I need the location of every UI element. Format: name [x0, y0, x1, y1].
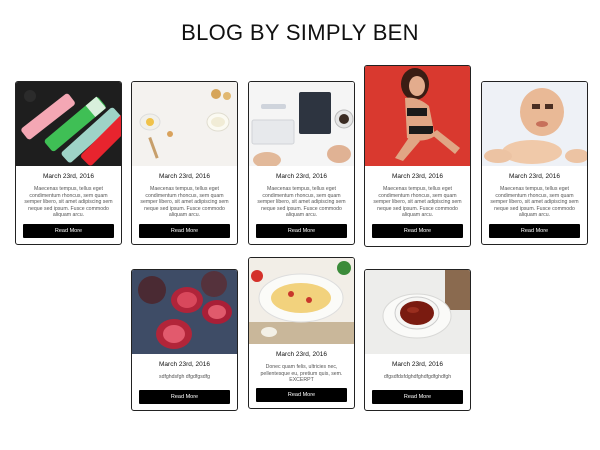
post-card: March 23rd, 2016 Maecenas tempus, tellus… — [131, 81, 238, 245]
post-image-figs[interactable] — [132, 270, 237, 354]
post-image-desk[interactable] — [249, 82, 354, 166]
post-excerpt: Maecenas tempus, tellus eget condimentum… — [373, 186, 462, 219]
post-date: March 23rd, 2016 — [392, 361, 443, 368]
read-more-button[interactable]: Read More — [139, 224, 230, 238]
post-card: March 23rd, 2016 sdfghdsfgh dfgdfgsdfg R… — [131, 269, 238, 411]
read-more-button[interactable]: Read More — [256, 388, 347, 402]
post-image-tea[interactable] — [365, 270, 470, 354]
post-image-model[interactable] — [365, 66, 470, 166]
post-excerpt: Donec quam felis, ultricies nec, pellent… — [260, 364, 343, 384]
post-excerpt: Maecenas tempus, tellus eget condimentum… — [24, 186, 113, 219]
post-card: March 23rd, 2016 Donec quam felis, ultri… — [248, 257, 355, 409]
read-more-button[interactable]: Read More — [256, 224, 347, 238]
post-image-markers[interactable] — [16, 82, 121, 166]
read-more-button[interactable]: Read More — [372, 224, 463, 238]
post-date: March 23rd, 2016 — [159, 361, 210, 368]
post-card: March 23rd, 2016 dfgsdfdsfdghdfghdfgdfgh… — [364, 269, 471, 411]
post-date: March 23rd, 2016 — [392, 173, 443, 180]
post-date: March 23rd, 2016 — [159, 173, 210, 180]
post-date: March 23rd, 2016 — [509, 173, 560, 180]
post-date: March 23rd, 2016 — [276, 351, 327, 358]
post-card: March 23rd, 2016 Maecenas tempus, tellus… — [481, 81, 588, 245]
post-excerpt: dfgsdfdsfdghdfghdfgdfghdfgh — [383, 374, 452, 380]
post-excerpt: sdfghdsfgh dfgdfgsdfg — [158, 374, 211, 380]
read-more-button[interactable]: Read More — [489, 224, 580, 238]
post-excerpt: Maecenas tempus, tellus eget condimentum… — [140, 186, 229, 219]
read-more-button[interactable]: Read More — [139, 390, 230, 404]
post-image-baking[interactable] — [132, 82, 237, 166]
post-card: March 23rd, 2016 Maecenas tempus, tellus… — [248, 81, 355, 245]
post-excerpt: Maecenas tempus, tellus eget condimentum… — [257, 186, 346, 219]
read-more-button[interactable]: Read More — [372, 390, 463, 404]
post-card: March 23rd, 2016 Maecenas tempus, tellus… — [15, 81, 122, 245]
post-excerpt: Maecenas tempus, tellus eget condimentum… — [490, 186, 579, 219]
post-image-baby[interactable] — [482, 82, 587, 166]
post-date: March 23rd, 2016 — [276, 173, 327, 180]
post-date: March 23rd, 2016 — [43, 173, 94, 180]
page-title: BLOG BY SIMPLY BEN — [181, 20, 419, 45]
post-card: March 23rd, 2016 Maecenas tempus, tellus… — [364, 65, 471, 247]
post-image-pasta[interactable] — [249, 258, 354, 344]
read-more-button[interactable]: Read More — [23, 224, 114, 238]
